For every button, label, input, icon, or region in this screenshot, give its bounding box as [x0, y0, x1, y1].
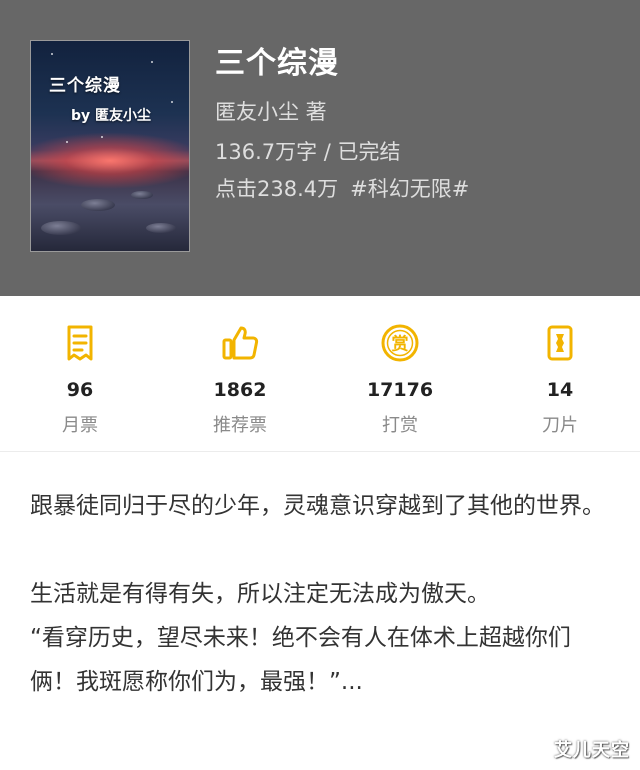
book-cover[interactable]: 三个综漫 by 匿友小尘 [30, 40, 190, 252]
stats-bar: 96 月票 1862 推荐票 赏 17176 打赏 14 刀片 [0, 296, 640, 452]
description-paragraph: 生活就是有得有失，所以注定无法成为傲天。 [30, 581, 490, 607]
watermark: 艾儿天空 [554, 740, 630, 761]
stat-label: 刀片 [542, 415, 578, 436]
book-header: 三个综漫 by 匿友小尘 三个综漫 匿友小尘 著 136.7万字 / 已完结 点… [0, 0, 640, 296]
ticket-icon [67, 325, 93, 361]
blade-icon [547, 325, 573, 361]
stat-count: 17176 [366, 379, 434, 401]
stat-count: 14 [546, 379, 574, 401]
click-count-row: 点击238.4万 #科幻无限# [215, 173, 469, 203]
thumbs-up-icon [222, 326, 259, 360]
svg-text:赏: 赏 [392, 334, 409, 355]
book-title: 三个综漫 [215, 46, 339, 81]
stat-label: 推荐票 [213, 415, 267, 436]
stat-count: 96 [66, 379, 94, 401]
genre-tag[interactable]: #科幻无限# [350, 177, 469, 201]
cover-title: 三个综漫 [49, 76, 121, 96]
stat-count: 1862 [213, 379, 267, 401]
stat-blade[interactable]: 14 刀片 [480, 296, 640, 451]
reward-coin-icon: 赏 [381, 324, 419, 362]
stat-monthly-ticket[interactable]: 96 月票 [0, 296, 160, 451]
stat-label: 打赏 [382, 415, 418, 436]
stat-recommend-ticket[interactable]: 1862 推荐票 [160, 296, 320, 451]
click-count: 点击238.4万 [215, 177, 339, 201]
description-paragraph: “看穿历史，望尽未来！绝不会有人在体术上超越你们俩！我斑愿称你们为，最强！”..… [30, 625, 571, 695]
stat-label: 月票 [62, 415, 98, 436]
stat-reward[interactable]: 赏 17176 打赏 [320, 296, 480, 451]
book-description[interactable]: 跟暴徒同归于尽的少年，灵魂意识穿越到了其他的世界。 生活就是有得有失，所以注定无… [0, 452, 640, 770]
cover-author: by 匿友小尘 [71, 108, 152, 124]
word-count-status: 136.7万字 / 已完结 [215, 140, 401, 164]
description-paragraph: 跟暴徒同归于尽的少年，灵魂意识穿越到了其他的世界。 [30, 493, 605, 519]
author-line[interactable]: 匿友小尘 著 [215, 96, 327, 126]
